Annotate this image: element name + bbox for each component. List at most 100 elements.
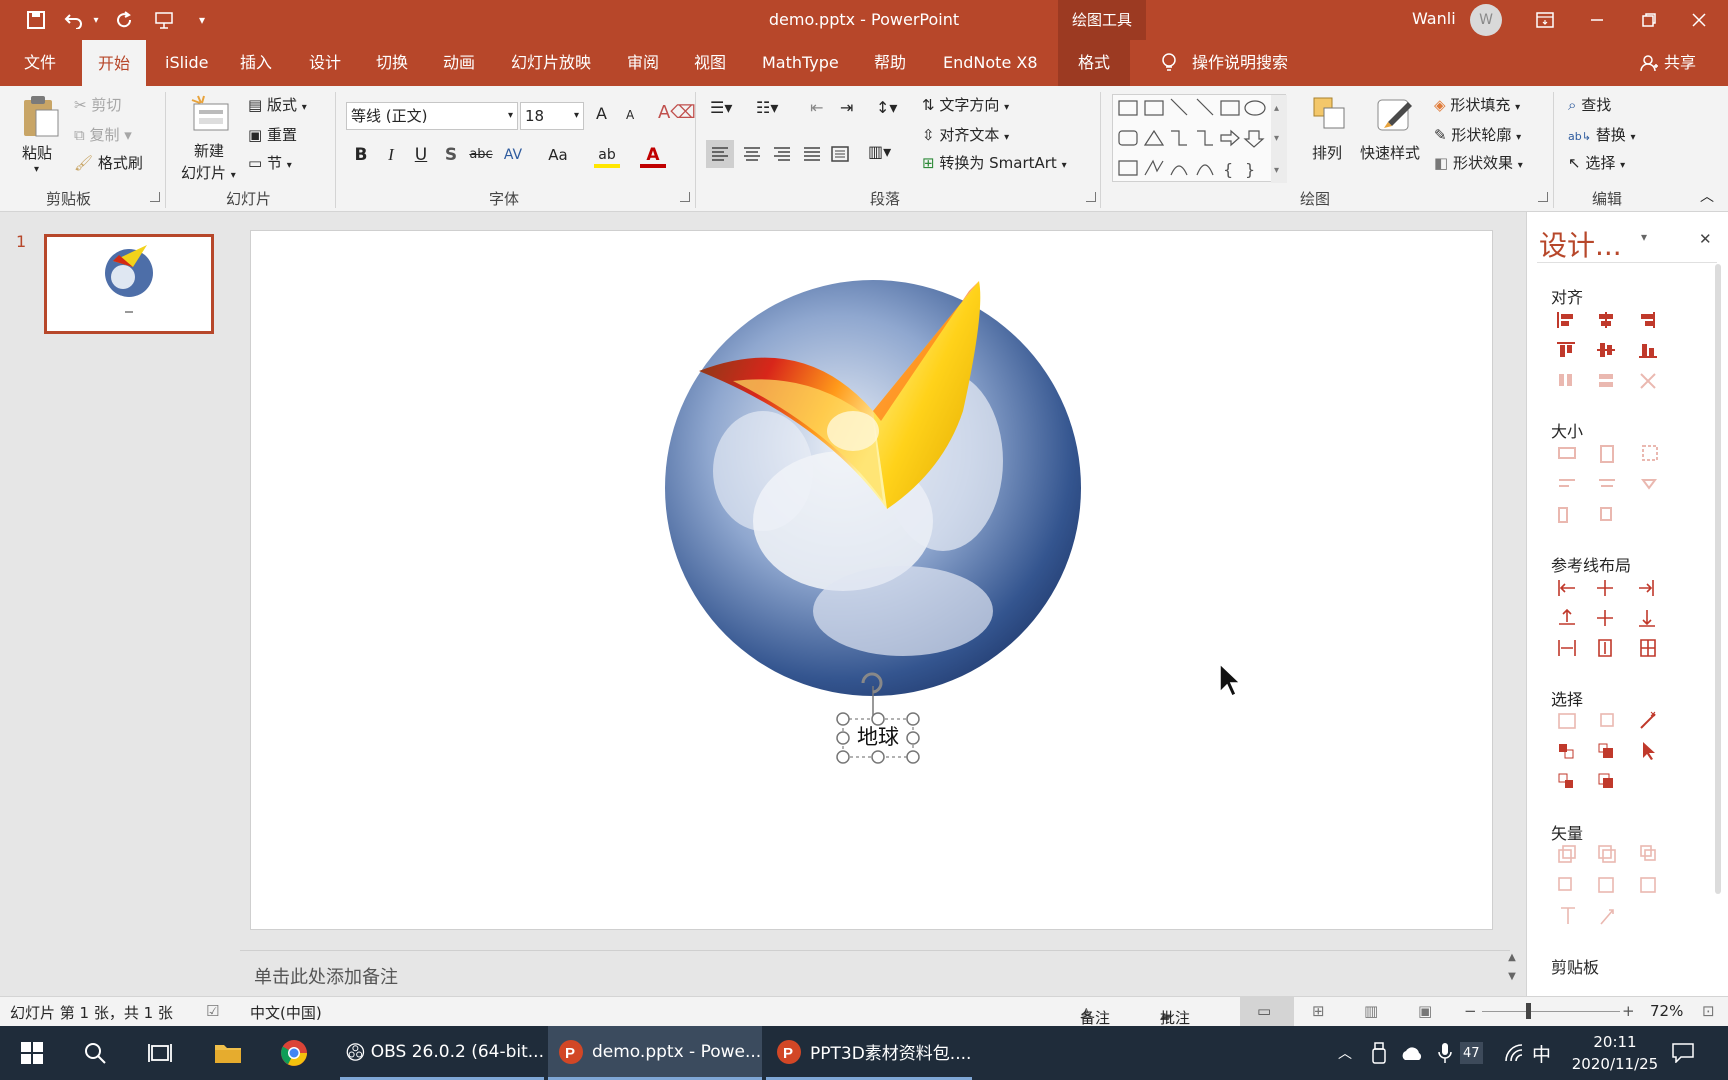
shape-fill-button[interactable]: ◈ 形状填充 ▾ bbox=[1434, 94, 1520, 115]
numbering-icon[interactable]: ☷▾ bbox=[756, 98, 778, 117]
font-name-select[interactable]: 等线 (正文) ▾ bbox=[346, 102, 518, 130]
spellcheck-icon[interactable]: ☑ bbox=[206, 1002, 219, 1020]
tab-help[interactable]: 帮助 bbox=[874, 40, 906, 86]
taskbar-app-powerpoint[interactable]: P demo.pptx - Powe... bbox=[548, 1026, 762, 1080]
task-view-icon[interactable] bbox=[148, 1026, 172, 1080]
tab-file[interactable]: 文件 bbox=[24, 40, 56, 86]
justify-icon[interactable] bbox=[798, 140, 826, 168]
change-case-button[interactable]: Aa bbox=[545, 142, 571, 168]
taskbar-app-ppt3d[interactable]: P PPT3D素材资料包.... bbox=[766, 1026, 972, 1080]
arrange-icon[interactable] bbox=[1310, 94, 1350, 134]
share-icon[interactable] bbox=[1640, 40, 1658, 86]
font-size-select[interactable]: 18 ▾ bbox=[520, 102, 584, 130]
guide-icons-grid[interactable] bbox=[1557, 576, 1677, 676]
bullets-icon[interactable]: ☰▾ bbox=[710, 98, 732, 117]
collapse-ribbon-icon[interactable]: ︿ bbox=[1700, 186, 1714, 206]
quick-styles-icon[interactable] bbox=[1374, 94, 1416, 136]
align-right-icon[interactable] bbox=[768, 140, 796, 168]
fit-slide-icon[interactable]: ⊡ bbox=[1702, 1002, 1715, 1020]
earth-cutaway-image[interactable] bbox=[251, 231, 1494, 931]
slide-canvas[interactable]: 地球 bbox=[250, 230, 1493, 930]
new-slide-icon[interactable] bbox=[190, 94, 232, 134]
section-button[interactable]: ▭ 节 ▾ bbox=[248, 152, 292, 173]
decrease-indent-icon[interactable]: ⇤ bbox=[810, 98, 823, 117]
font-color-button[interactable]: A bbox=[640, 142, 666, 168]
line-spacing-icon[interactable]: ↕▾ bbox=[876, 98, 897, 117]
slide-textbox[interactable]: 地球 bbox=[847, 721, 909, 751]
paste-button[interactable]: 粘贴 bbox=[22, 142, 52, 163]
slide-sorter-icon[interactable]: ⊞ bbox=[1312, 1002, 1325, 1020]
badge-47[interactable]: 47 bbox=[1460, 1042, 1483, 1064]
highlight-button[interactable]: ab bbox=[594, 142, 620, 168]
select-button[interactable]: ↖ 选择 ▾ bbox=[1568, 152, 1625, 173]
onedrive-icon[interactable] bbox=[1400, 1026, 1424, 1080]
quick-styles-button[interactable]: 快速样式 bbox=[1360, 142, 1420, 163]
format-painter-button[interactable]: 🖌 格式刷 bbox=[74, 152, 143, 173]
layout-button[interactable]: ▤ 版式 ▾ bbox=[248, 94, 307, 115]
pane-scrollbar[interactable] bbox=[1715, 264, 1721, 894]
smartart-button[interactable]: ⊞ 转换为 SmartArt ▾ bbox=[922, 152, 1067, 173]
pane-options-icon[interactable]: ▾ bbox=[1641, 230, 1647, 244]
start-icon[interactable] bbox=[20, 1026, 44, 1080]
drawing-launcher-icon[interactable] bbox=[1538, 192, 1548, 202]
arrange-button[interactable]: 排列 bbox=[1312, 142, 1342, 163]
font-launcher-icon[interactable] bbox=[680, 192, 690, 202]
tell-me-icon[interactable] bbox=[1160, 40, 1178, 86]
reset-button[interactable]: ▣ 重置 bbox=[248, 124, 297, 145]
taskbar-app-obs[interactable]: OBS 26.0.2 (64-bit... bbox=[340, 1026, 544, 1080]
zoom-out-icon[interactable]: − bbox=[1464, 1002, 1477, 1020]
notifications-icon[interactable] bbox=[1672, 1026, 1694, 1080]
language[interactable]: 中文(中国) bbox=[250, 1002, 322, 1023]
bold-button[interactable]: B bbox=[348, 142, 374, 168]
text-direction-button[interactable]: ⇅ 文字方向 ▾ bbox=[922, 94, 1009, 115]
find-button[interactable]: ⌕ 查找 bbox=[1568, 94, 1611, 115]
tab-transitions[interactable]: 切换 bbox=[376, 40, 408, 86]
tab-format[interactable]: 格式 bbox=[1058, 40, 1131, 86]
minimize-icon[interactable] bbox=[1582, 6, 1612, 34]
tab-animations[interactable]: 动画 bbox=[443, 40, 475, 86]
microphone-icon[interactable] bbox=[1438, 1026, 1452, 1080]
replace-button[interactable]: ab↳ 替换 ▾ bbox=[1568, 124, 1636, 145]
file-explorer-icon[interactable] bbox=[214, 1026, 242, 1080]
new-slide-label-2[interactable]: 幻灯片 ▾ bbox=[181, 162, 236, 183]
align-left-icon[interactable] bbox=[706, 140, 734, 168]
tab-mathtype[interactable]: MathType bbox=[762, 40, 839, 86]
strikethrough-button[interactable]: abc bbox=[468, 142, 494, 168]
tab-slideshow[interactable]: 幻灯片放映 bbox=[511, 40, 591, 86]
columns-icon[interactable]: ▥▾ bbox=[868, 142, 891, 161]
tab-endnote[interactable]: EndNote X8 bbox=[943, 40, 1038, 86]
search-icon[interactable] bbox=[84, 1026, 106, 1080]
tab-islide[interactable]: iSlide bbox=[165, 40, 209, 86]
slide-thumbnail[interactable] bbox=[44, 234, 214, 334]
tray-expand-icon[interactable]: ︿ bbox=[1338, 1026, 1352, 1080]
new-slide-label-1[interactable]: 新建 bbox=[194, 140, 224, 161]
tab-home[interactable]: 开始 bbox=[82, 40, 147, 86]
italic-button[interactable]: I bbox=[378, 142, 404, 168]
pane-close-icon[interactable]: ✕ bbox=[1699, 230, 1712, 248]
shapes-gallery[interactable]: {} ▴ ▾ ▾ bbox=[1112, 94, 1287, 183]
underline-button[interactable]: U bbox=[408, 142, 434, 168]
shape-outline-button[interactable]: ✎ 形状轮廓 ▾ bbox=[1434, 124, 1521, 145]
shrink-font-button[interactable]: A bbox=[626, 108, 634, 122]
clock[interactable]: 20:11 2020/11/25 bbox=[1570, 1026, 1660, 1080]
clipboard-launcher-icon[interactable] bbox=[150, 192, 160, 202]
ime-indicator[interactable]: 中 bbox=[1532, 1026, 1551, 1080]
close-icon[interactable] bbox=[1684, 6, 1714, 34]
align-icons-grid[interactable] bbox=[1557, 308, 1677, 408]
clear-format-icon[interactable]: A⌫ bbox=[658, 102, 696, 123]
distribute-icon[interactable] bbox=[826, 140, 854, 168]
select-icons-grid[interactable] bbox=[1557, 710, 1677, 810]
align-center-icon[interactable] bbox=[738, 140, 766, 168]
zoom-level[interactable]: 72% bbox=[1650, 1002, 1683, 1020]
tab-view[interactable]: 视图 bbox=[694, 40, 726, 86]
tab-insert[interactable]: 插入 bbox=[240, 40, 272, 86]
reading-view-icon[interactable]: ▥ bbox=[1364, 1002, 1378, 1020]
usb-icon[interactable] bbox=[1372, 1026, 1386, 1080]
increase-indent-icon[interactable]: ⇥ bbox=[840, 98, 853, 117]
shape-effects-button[interactable]: ◧ 形状效果 ▾ bbox=[1434, 152, 1523, 173]
notes-pane[interactable]: 单击此处添加备注 bbox=[240, 950, 1510, 996]
notes-placeholder[interactable]: 单击此处添加备注 bbox=[254, 963, 398, 989]
paste-icon[interactable] bbox=[18, 94, 62, 140]
align-text-button[interactable]: ⇳ 对齐文本 ▾ bbox=[922, 124, 1009, 145]
zoom-slider[interactable] bbox=[1482, 1011, 1620, 1012]
